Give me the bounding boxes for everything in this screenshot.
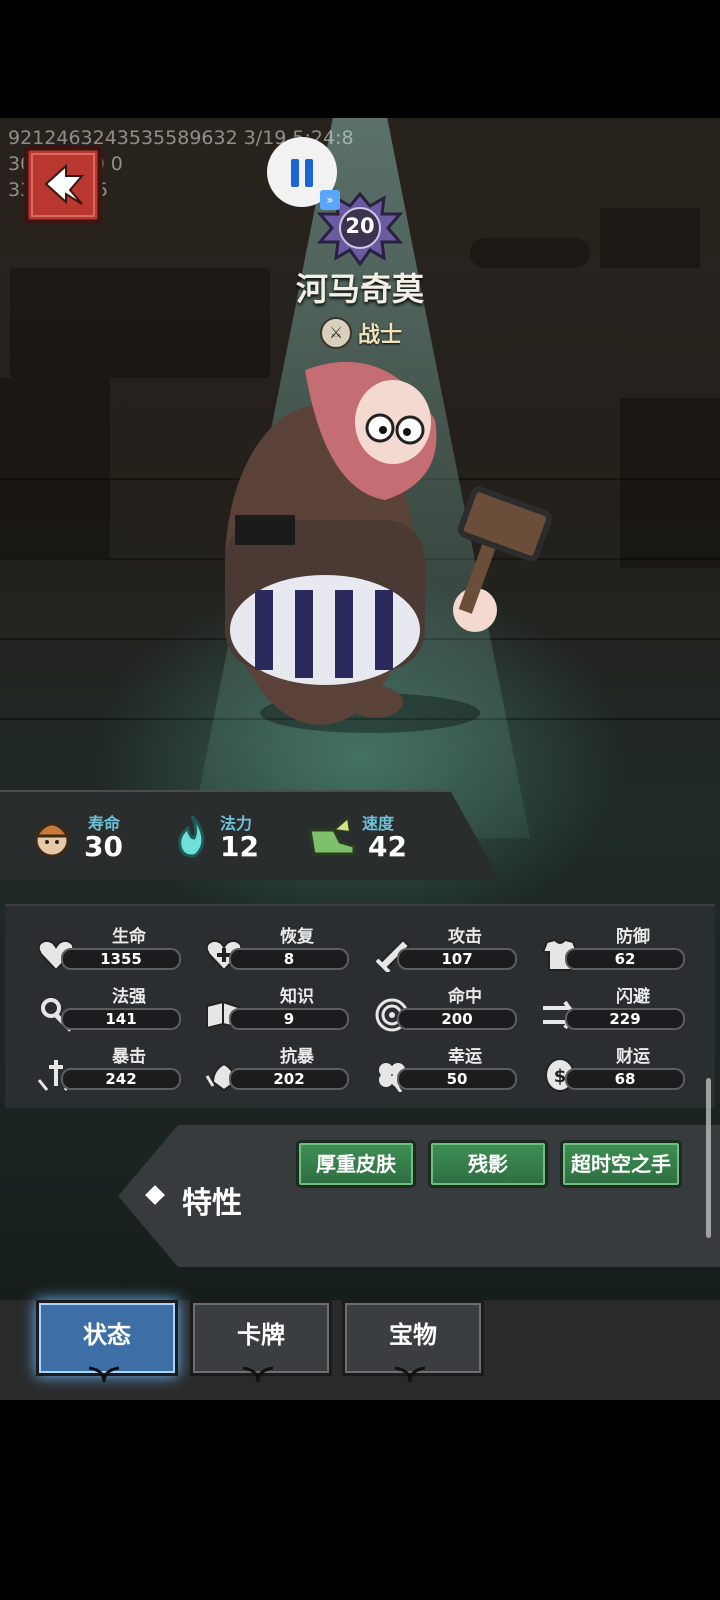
stat-value: 30 [84, 830, 123, 863]
stat-mana: 法力 12 [164, 792, 304, 880]
stat-lifespan: 寿命 30 [24, 792, 164, 880]
tab-status[interactable]: 状态 [36, 1300, 178, 1376]
attr-hp: 生命 1355 [33, 922, 181, 974]
attr-knowledge: 知识 9 [201, 982, 349, 1034]
attr-label: 幸运 [448, 1047, 482, 1067]
attr-attack: 攻击 107 [369, 922, 517, 974]
trait-thick-skin[interactable]: 厚重皮肤 [296, 1140, 416, 1188]
attr-value: 1355 [100, 950, 142, 968]
fast-forward-icon: » [320, 190, 340, 210]
attribute-panel: 生命 1355 恢复 8 攻击 107 防御 62 法强 141 知识 9 命中… [5, 904, 715, 1108]
level-number: 20 [345, 214, 375, 238]
tab-ornament-icon [89, 1366, 119, 1383]
stat-value: 42 [368, 830, 407, 863]
attr-value: 107 [441, 950, 473, 968]
attr-label: 抗暴 [280, 1047, 314, 1067]
attr-crit-resist: 抗暴 202 [201, 1042, 349, 1094]
attr-value: 141 [105, 1010, 137, 1028]
character-name: 河马奇莫 [295, 270, 424, 308]
attr-spell-power: 法强 141 [33, 982, 181, 1034]
attr-accuracy: 命中 200 [369, 982, 517, 1034]
pause-icon [291, 159, 299, 187]
trait-time-hand[interactable]: 超时空之手 [560, 1140, 682, 1188]
attr-defense: 防御 62 [537, 922, 685, 974]
tab-ornament-icon [243, 1366, 273, 1383]
attr-label: 法强 [112, 987, 146, 1007]
tab-ornament-icon [395, 1366, 425, 1383]
attr-value: 62 [614, 950, 636, 968]
attr-label: 知识 [280, 987, 314, 1007]
attr-luck: 幸运 50 [369, 1042, 517, 1094]
attr-dodge: 闪避 229 [537, 982, 685, 1034]
attr-value: 68 [614, 1070, 636, 1088]
traits-title: 特性 [182, 1186, 242, 1221]
attr-regen: 恢复 8 [201, 922, 349, 974]
tab-cards[interactable]: 卡牌 [190, 1300, 332, 1376]
attr-value: 8 [283, 950, 295, 968]
attr-value: 200 [441, 1010, 473, 1028]
hero-portrait [215, 330, 585, 730]
attr-value: 202 [273, 1070, 305, 1088]
lifespan-icon [33, 822, 71, 858]
attr-wealth: $ 财运 68 [537, 1042, 685, 1094]
mana-flame-icon [178, 815, 205, 858]
attr-label: 生命 [112, 927, 146, 947]
attr-value: 50 [446, 1070, 468, 1088]
attr-value: 9 [283, 1010, 295, 1028]
trait-afterimage[interactable]: 残影 [428, 1140, 548, 1188]
back-arrow-icon [23, 145, 103, 225]
stat-speed: 速度 42 [304, 792, 454, 880]
back-button[interactable] [22, 144, 104, 226]
attr-label: 恢复 [280, 927, 314, 947]
core-stats-strip: 寿命 30 法力 12 速度 42 [0, 790, 500, 880]
stat-value: 12 [220, 830, 259, 863]
attr-label: 闪避 [616, 987, 650, 1007]
tab-treasures[interactable]: 宝物 [342, 1300, 484, 1376]
attr-label: 财运 [616, 1047, 650, 1067]
speed-boot-icon [308, 816, 356, 856]
attr-label: 命中 [448, 987, 482, 1007]
scrollbar[interactable] [706, 1078, 711, 1238]
attr-label: 攻击 [448, 927, 482, 947]
attr-crit: 暴击 242 [33, 1042, 181, 1094]
attr-value: 242 [105, 1070, 137, 1088]
attr-label: 暴击 [112, 1047, 146, 1067]
attr-value: 229 [609, 1010, 641, 1028]
attr-label: 防御 [616, 927, 650, 947]
